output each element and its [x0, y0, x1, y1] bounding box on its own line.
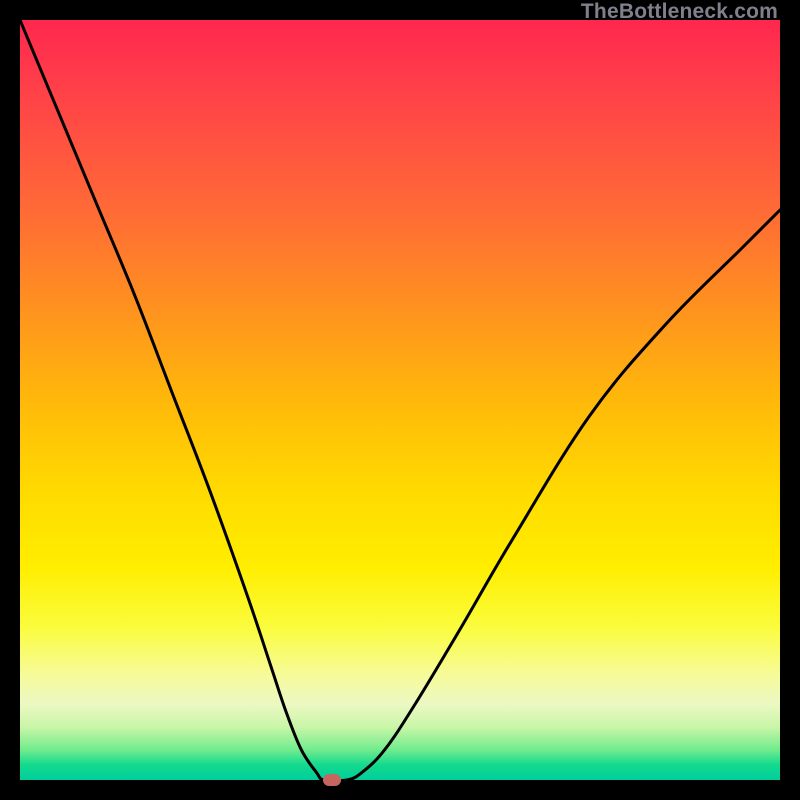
- bottleneck-curve: [20, 20, 780, 780]
- curve-path: [20, 20, 780, 780]
- optimal-marker: [323, 774, 341, 786]
- plot-area: [20, 20, 780, 780]
- chart-container: TheBottleneck.com: [0, 0, 800, 800]
